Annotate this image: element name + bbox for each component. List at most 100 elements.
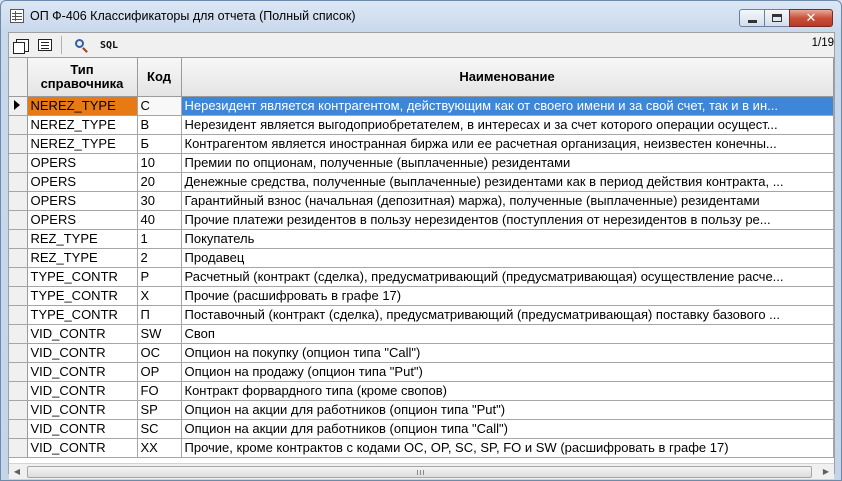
cell-type[interactable]: OPERS (27, 210, 138, 230)
row-indicator[interactable] (9, 267, 28, 287)
cell-code[interactable]: SP (137, 400, 182, 420)
cell-type[interactable]: VID_CONTR (27, 381, 138, 401)
cell-name[interactable]: Продавец (181, 248, 834, 268)
row-indicator[interactable] (9, 419, 28, 439)
table-row[interactable]: TYPE_CONTR Х Прочие (расшифровать в графе … (9, 286, 834, 306)
row-indicator[interactable] (9, 115, 28, 135)
column-header-type[interactable]: Тип справочника (27, 58, 138, 97)
cell-name[interactable]: Своп (181, 324, 834, 344)
table-row[interactable]: VID_CONTR XX Прочие, кроме контрактов с ко… (9, 438, 834, 458)
cell-type[interactable]: VID_CONTR (27, 362, 138, 382)
cell-name[interactable]: Прочие платежи резидентов в пользу нерез… (181, 210, 834, 230)
scroll-left-arrow-icon[interactable]: ◀ (9, 464, 25, 480)
cell-name[interactable]: Нерезидент является выгодоприобретателем… (181, 115, 834, 135)
maximize-button[interactable] (764, 9, 790, 27)
cell-code[interactable]: П (137, 305, 182, 325)
row-indicator[interactable] (9, 153, 28, 173)
cell-name[interactable]: Денежные средства, полученные (выплаченн… (181, 172, 834, 192)
cell-type[interactable]: OPERS (27, 172, 138, 192)
table-row[interactable]: NEREZ_TYPE С Нерезидент является контраген… (9, 96, 834, 116)
table-row[interactable]: REZ_TYPE 2 Продавец (9, 248, 834, 268)
cell-type[interactable]: VID_CONTR (27, 400, 138, 420)
cell-code[interactable]: SC (137, 419, 182, 439)
sql-button[interactable]: SQL (94, 35, 118, 55)
cell-name[interactable]: Опцион на продажу (опцион типа "Put") (181, 362, 834, 382)
cell-code[interactable]: 30 (137, 191, 182, 211)
cell-code[interactable]: XX (137, 438, 182, 458)
cell-name[interactable]: Прочие, кроме контрактов с кодами OC, OP… (181, 438, 834, 458)
horizontal-scrollbar[interactable]: ◀ ▶ (9, 463, 834, 479)
table-row[interactable]: VID_CONTR SP Опцион на акции для работнико… (9, 400, 834, 420)
cell-type[interactable]: VID_CONTR (27, 419, 138, 439)
cell-name[interactable]: Нерезидент является контрагентом, действ… (181, 96, 834, 116)
cell-type[interactable]: NEREZ_TYPE (27, 134, 138, 154)
row-indicator[interactable] (9, 400, 28, 420)
cell-type[interactable]: OPERS (27, 191, 138, 211)
cell-code[interactable]: OC (137, 343, 182, 363)
cell-name[interactable]: Поставочный (контракт (сделка), предусма… (181, 305, 834, 325)
cell-name[interactable]: Гарантийный взнос (начальная (депозитная… (181, 191, 834, 211)
row-indicator[interactable] (9, 229, 28, 249)
column-header-code[interactable]: Код (137, 58, 182, 97)
table-row[interactable]: OPERS 20 Денежные средства, полученные (вы… (9, 172, 834, 192)
close-button[interactable]: ✕ (789, 9, 833, 27)
cell-type[interactable]: VID_CONTR (27, 324, 138, 344)
column-header-name[interactable]: Наименование (181, 58, 834, 97)
cell-name[interactable]: Опцион на акции для работников (опцион т… (181, 400, 834, 420)
cell-code[interactable]: 1 (137, 229, 182, 249)
row-indicator[interactable] (9, 191, 28, 211)
cell-type[interactable]: OPERS (27, 153, 138, 173)
cell-code[interactable]: 2 (137, 248, 182, 268)
cell-type[interactable]: VID_CONTR (27, 438, 138, 458)
cell-type[interactable]: NEREZ_TYPE (27, 115, 138, 135)
form-view-button[interactable] (35, 35, 55, 55)
cell-name[interactable]: Премии по опционам, полученные (выплачен… (181, 153, 834, 173)
cell-code[interactable]: SW (137, 324, 182, 344)
cell-code[interactable]: В (137, 115, 182, 135)
scroll-right-arrow-icon[interactable]: ▶ (818, 464, 834, 480)
data-grid[interactable]: Тип справочника Код Наименование NEREZ_TY… (9, 57, 834, 473)
cell-type[interactable]: REZ_TYPE (27, 248, 138, 268)
table-row[interactable]: TYPE_CONTR Р Расчетный (контракт (сделка),… (9, 267, 834, 287)
row-indicator[interactable] (9, 210, 28, 230)
cell-name[interactable]: Опцион на акции для работников (опцион т… (181, 419, 834, 439)
cell-type[interactable]: VID_CONTR (27, 343, 138, 363)
row-indicator[interactable] (9, 343, 28, 363)
table-row[interactable]: OPERS 10 Премии по опционам, полученные (в… (9, 153, 834, 173)
search-button[interactable] (71, 35, 91, 55)
cell-code[interactable]: FO (137, 381, 182, 401)
cell-code[interactable]: Р (137, 267, 182, 287)
copy-button[interactable] (12, 35, 32, 55)
scroll-track[interactable] (25, 465, 818, 479)
row-indicator[interactable] (9, 248, 28, 268)
cell-name[interactable]: Расчетный (контракт (сделка), предусматр… (181, 267, 834, 287)
table-row[interactable]: NEREZ_TYPE В Нерезидент является выгодопри… (9, 115, 834, 135)
row-indicator[interactable] (9, 324, 28, 344)
cell-type[interactable]: REZ_TYPE (27, 229, 138, 249)
row-indicator[interactable] (9, 286, 28, 306)
row-indicator[interactable] (9, 96, 28, 116)
row-indicator[interactable] (9, 305, 28, 325)
title-bar[interactable]: ОП Ф-406 Классификаторы для отчета (Полн… (1, 1, 841, 31)
table-row[interactable]: VID_CONTR OC Опцион на покупку (опцион тип… (9, 343, 834, 363)
table-row[interactable]: VID_CONTR FO Контракт форвардного типа (кр… (9, 381, 834, 401)
cell-name[interactable]: Контрагентом является иностранная биржа … (181, 134, 834, 154)
cell-code[interactable]: 40 (137, 210, 182, 230)
cell-name[interactable]: Контракт форвардного типа (кроме свопов) (181, 381, 834, 401)
minimize-button[interactable] (739, 9, 765, 27)
table-row[interactable]: OPERS 30 Гарантийный взнос (начальная (деп… (9, 191, 834, 211)
cell-code[interactable]: С (137, 96, 182, 116)
row-indicator[interactable] (9, 362, 28, 382)
cell-name[interactable]: Опцион на покупку (опцион типа "Call") (181, 343, 834, 363)
cell-code[interactable]: Б (137, 134, 182, 154)
cell-code[interactable]: Х (137, 286, 182, 306)
cell-type[interactable]: NEREZ_TYPE (27, 96, 138, 116)
table-row[interactable]: VID_CONTR SW Своп (9, 324, 834, 344)
cell-code[interactable]: 20 (137, 172, 182, 192)
cell-name[interactable]: Прочие (расшифровать в графе 17) (181, 286, 834, 306)
table-row[interactable]: OPERS 40 Прочие платежи резидентов в польз… (9, 210, 834, 230)
row-indicator[interactable] (9, 438, 28, 458)
table-row[interactable]: NEREZ_TYPE Б Контрагентом является иностра… (9, 134, 834, 154)
cell-code[interactable]: 10 (137, 153, 182, 173)
cell-type[interactable]: TYPE_CONTR (27, 305, 138, 325)
